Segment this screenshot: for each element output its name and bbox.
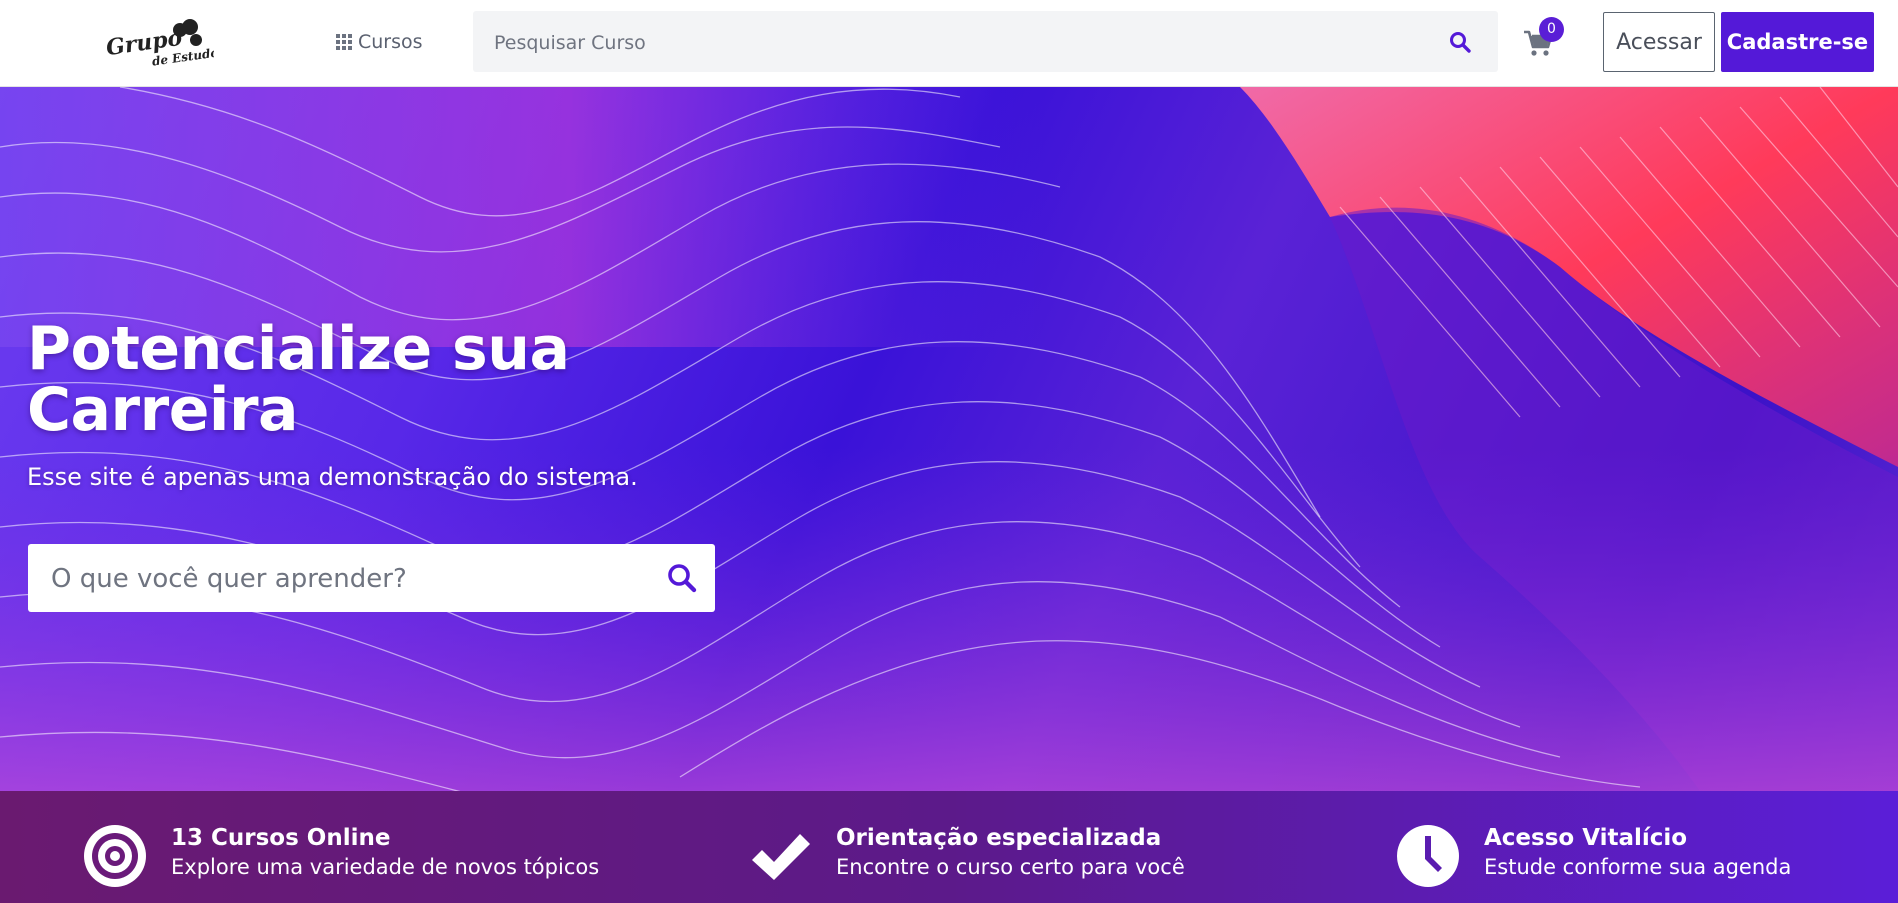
login-button[interactable]: Acessar [1603,12,1715,72]
course-search-input[interactable] [473,11,1456,74]
nav-cursos-link[interactable]: Cursos [336,28,423,56]
course-search-bar [473,11,1498,74]
hero-search-box [28,544,715,614]
hero-search-input[interactable] [28,544,673,614]
top-navbar: Grupo de Estudos Cursos 0 Acessar Cadast… [0,0,1898,87]
hero-subtitle: Esse site é apenas uma demonstração do s… [27,463,638,491]
search-icon[interactable] [1448,30,1472,54]
feature-text: Estude conforme sua agenda [1484,855,1792,879]
feature-text: Encontre o curso certo para você [836,855,1185,879]
grid-icon [336,34,352,50]
search-icon[interactable] [666,562,698,594]
feature-orientacao: Orientação especializada Encontre o curs… [748,791,1308,903]
site-logo[interactable]: Grupo de Estudos [104,14,226,70]
nav-cursos-label: Cursos [358,31,423,53]
hero-banner: Potencialize sua Carreira Esse site é ap… [0,87,1898,791]
check-icon [752,834,810,880]
hero-title: Potencialize sua Carreira [27,314,570,445]
feature-title: 13 Cursos Online [171,825,391,851]
features-bar: 13 Cursos Online Explore uma variedade d… [0,791,1898,903]
feature-title: Acesso Vitalício [1484,825,1688,851]
feature-cursos-online: 13 Cursos Online Explore uma variedade d… [83,791,643,903]
cart-count-badge: 0 [1539,17,1564,42]
feature-title: Orientação especializada [836,825,1162,851]
target-icon [84,825,146,887]
feature-acesso-vitalicio: Acesso Vitalício Estude conforme sua age… [1396,791,1876,903]
logo-mark: Grupo de Estudos [104,19,226,69]
clock-icon [1397,825,1459,887]
signup-button[interactable]: Cadastre-se [1721,12,1874,72]
feature-text: Explore uma variedade de novos tópicos [171,855,600,879]
